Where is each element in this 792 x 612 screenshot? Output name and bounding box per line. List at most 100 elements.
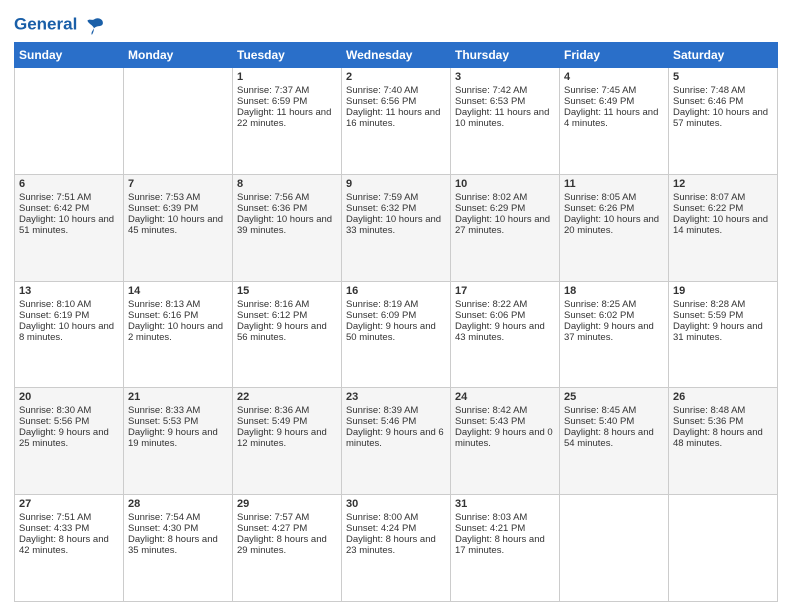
day-info: Sunset: 6:39 PM xyxy=(128,203,228,214)
week-row-2: 6Sunrise: 7:51 AMSunset: 6:42 PMDaylight… xyxy=(15,174,778,281)
day-info: Sunset: 5:59 PM xyxy=(673,310,773,321)
day-info: Sunset: 6:46 PM xyxy=(673,96,773,107)
day-cell: 9Sunrise: 7:59 AMSunset: 6:32 PMDaylight… xyxy=(342,174,451,281)
day-info: Sunrise: 7:56 AM xyxy=(237,192,337,203)
day-info: Daylight: 10 hours and 27 minutes. xyxy=(455,214,555,236)
day-info: Sunrise: 7:45 AM xyxy=(564,85,664,96)
day-info: Sunset: 6:56 PM xyxy=(346,96,446,107)
day-info: Daylight: 8 hours and 54 minutes. xyxy=(564,427,664,449)
week-row-4: 20Sunrise: 8:30 AMSunset: 5:56 PMDayligh… xyxy=(15,388,778,495)
day-info: Daylight: 11 hours and 22 minutes. xyxy=(237,107,337,129)
day-info: Sunrise: 8:48 AM xyxy=(673,405,773,416)
header-cell-sunday: Sunday xyxy=(15,43,124,68)
day-cell: 16Sunrise: 8:19 AMSunset: 6:09 PMDayligh… xyxy=(342,281,451,388)
day-info: Daylight: 9 hours and 37 minutes. xyxy=(564,321,664,343)
day-info: Sunrise: 7:51 AM xyxy=(19,512,119,523)
day-info: Sunrise: 7:40 AM xyxy=(346,85,446,96)
day-number: 2 xyxy=(346,71,446,83)
day-info: Daylight: 8 hours and 17 minutes. xyxy=(455,534,555,556)
day-info: Daylight: 11 hours and 16 minutes. xyxy=(346,107,446,129)
day-info: Sunrise: 8:19 AM xyxy=(346,299,446,310)
day-info: Sunset: 5:53 PM xyxy=(128,416,228,427)
day-info: Sunrise: 7:57 AM xyxy=(237,512,337,523)
day-cell: 12 Sunrise: 8:07 AMSunset: 6:22 PMDayligh… xyxy=(669,174,778,281)
day-number: 27 xyxy=(19,498,119,510)
day-cell: 28Sunrise: 7:54 AMSunset: 4:30 PMDayligh… xyxy=(124,495,233,602)
day-cell: 21Sunrise: 8:33 AMSunset: 5:53 PMDayligh… xyxy=(124,388,233,495)
day-info: Sunrise: 8:02 AM xyxy=(455,192,555,203)
day-info: Sunset: 6:19 PM xyxy=(19,310,119,321)
day-number: 28 xyxy=(128,498,228,510)
day-info: Sunrise: 8:45 AM xyxy=(564,405,664,416)
day-info: Daylight: 10 hours and 57 minutes. xyxy=(673,107,773,129)
day-info: Sunset: 6:22 PM xyxy=(673,203,773,214)
day-info: Sunset: 6:16 PM xyxy=(128,310,228,321)
day-info: Sunrise: 8:33 AM xyxy=(128,405,228,416)
day-cell: 23Sunrise: 8:39 AMSunset: 5:46 PMDayligh… xyxy=(342,388,451,495)
day-info: Sunrise: 8:00 AM xyxy=(346,512,446,523)
day-cell: 22Sunrise: 8:36 AMSunset: 5:49 PMDayligh… xyxy=(233,388,342,495)
day-cell xyxy=(669,495,778,602)
day-info: Sunrise: 8:07 AM xyxy=(673,192,773,203)
day-number: 12 xyxy=(673,178,773,190)
day-number: 24 xyxy=(455,391,555,403)
day-number: 22 xyxy=(237,391,337,403)
day-number: 5 xyxy=(673,71,773,83)
day-info: Sunset: 4:27 PM xyxy=(237,523,337,534)
header-cell-saturday: Saturday xyxy=(669,43,778,68)
day-info: Sunrise: 8:05 AM xyxy=(564,192,664,203)
logo: General xyxy=(14,14,105,36)
day-info: Sunset: 6:49 PM xyxy=(564,96,664,107)
day-info: Daylight: 10 hours and 39 minutes. xyxy=(237,214,337,236)
day-number: 8 xyxy=(237,178,337,190)
day-info: Sunset: 6:42 PM xyxy=(19,203,119,214)
day-number: 29 xyxy=(237,498,337,510)
calendar-table: SundayMondayTuesdayWednesdayThursdayFrid… xyxy=(14,42,778,602)
day-cell: 18 Sunrise: 8:25 AMSunset: 6:02 PMDayligh… xyxy=(560,281,669,388)
day-info: Sunrise: 7:48 AM xyxy=(673,85,773,96)
day-number: 31 xyxy=(455,498,555,510)
day-number: 14 xyxy=(128,285,228,297)
week-row-3: 13Sunrise: 8:10 AMSunset: 6:19 PMDayligh… xyxy=(15,281,778,388)
day-cell: 10Sunrise: 8:02 AMSunset: 6:29 PMDayligh… xyxy=(451,174,560,281)
header-cell-monday: Monday xyxy=(124,43,233,68)
day-cell: 31Sunrise: 8:03 AMSunset: 4:21 PMDayligh… xyxy=(451,495,560,602)
day-number: 3 xyxy=(455,71,555,83)
day-number: 18 xyxy=(564,285,664,297)
day-info: Sunrise: 8:03 AM xyxy=(455,512,555,523)
day-info: Sunset: 6:36 PM xyxy=(237,203,337,214)
logo-text: General xyxy=(14,14,105,36)
day-info: Sunset: 6:09 PM xyxy=(346,310,446,321)
header-cell-thursday: Thursday xyxy=(451,43,560,68)
day-cell: 30Sunrise: 8:00 AMSunset: 4:24 PMDayligh… xyxy=(342,495,451,602)
day-number: 7 xyxy=(128,178,228,190)
day-info: Sunrise: 8:16 AM xyxy=(237,299,337,310)
day-info: Sunrise: 8:39 AM xyxy=(346,405,446,416)
day-info: Sunset: 5:46 PM xyxy=(346,416,446,427)
day-info: Sunset: 5:43 PM xyxy=(455,416,555,427)
day-info: Sunset: 4:33 PM xyxy=(19,523,119,534)
day-number: 20 xyxy=(19,391,119,403)
day-number: 19 xyxy=(673,285,773,297)
header-cell-tuesday: Tuesday xyxy=(233,43,342,68)
day-number: 21 xyxy=(128,391,228,403)
day-info: Daylight: 10 hours and 14 minutes. xyxy=(673,214,773,236)
day-number: 23 xyxy=(346,391,446,403)
day-info: Sunrise: 8:25 AM xyxy=(564,299,664,310)
day-info: Daylight: 9 hours and 43 minutes. xyxy=(455,321,555,343)
week-row-5: 27 Sunrise: 7:51 AMSunset: 4:33 PM Dayligh… xyxy=(15,495,778,602)
day-cell: 24 Sunrise: 8:42 AMSunset: 5:43 PMDayligh… xyxy=(451,388,560,495)
day-info: Daylight: 9 hours and 0 minutes. xyxy=(455,427,555,449)
day-info: Sunset: 6:06 PM xyxy=(455,310,555,321)
day-info: Daylight: 9 hours and 31 minutes. xyxy=(673,321,773,343)
day-info: Sunset: 6:02 PM xyxy=(564,310,664,321)
day-info: Sunrise: 8:42 AM xyxy=(455,405,555,416)
day-number: 1 xyxy=(237,71,337,83)
day-cell: 7Sunrise: 7:53 AMSunset: 6:39 PMDaylight… xyxy=(124,174,233,281)
day-cell: 13Sunrise: 8:10 AMSunset: 6:19 PMDayligh… xyxy=(15,281,124,388)
day-cell: 2 Sunrise: 7:40 AMSunset: 6:56 PMDaylight… xyxy=(342,68,451,175)
day-number: 10 xyxy=(455,178,555,190)
day-number: 13 xyxy=(19,285,119,297)
day-info: Sunrise: 7:59 AM xyxy=(346,192,446,203)
day-number: 6 xyxy=(19,178,119,190)
